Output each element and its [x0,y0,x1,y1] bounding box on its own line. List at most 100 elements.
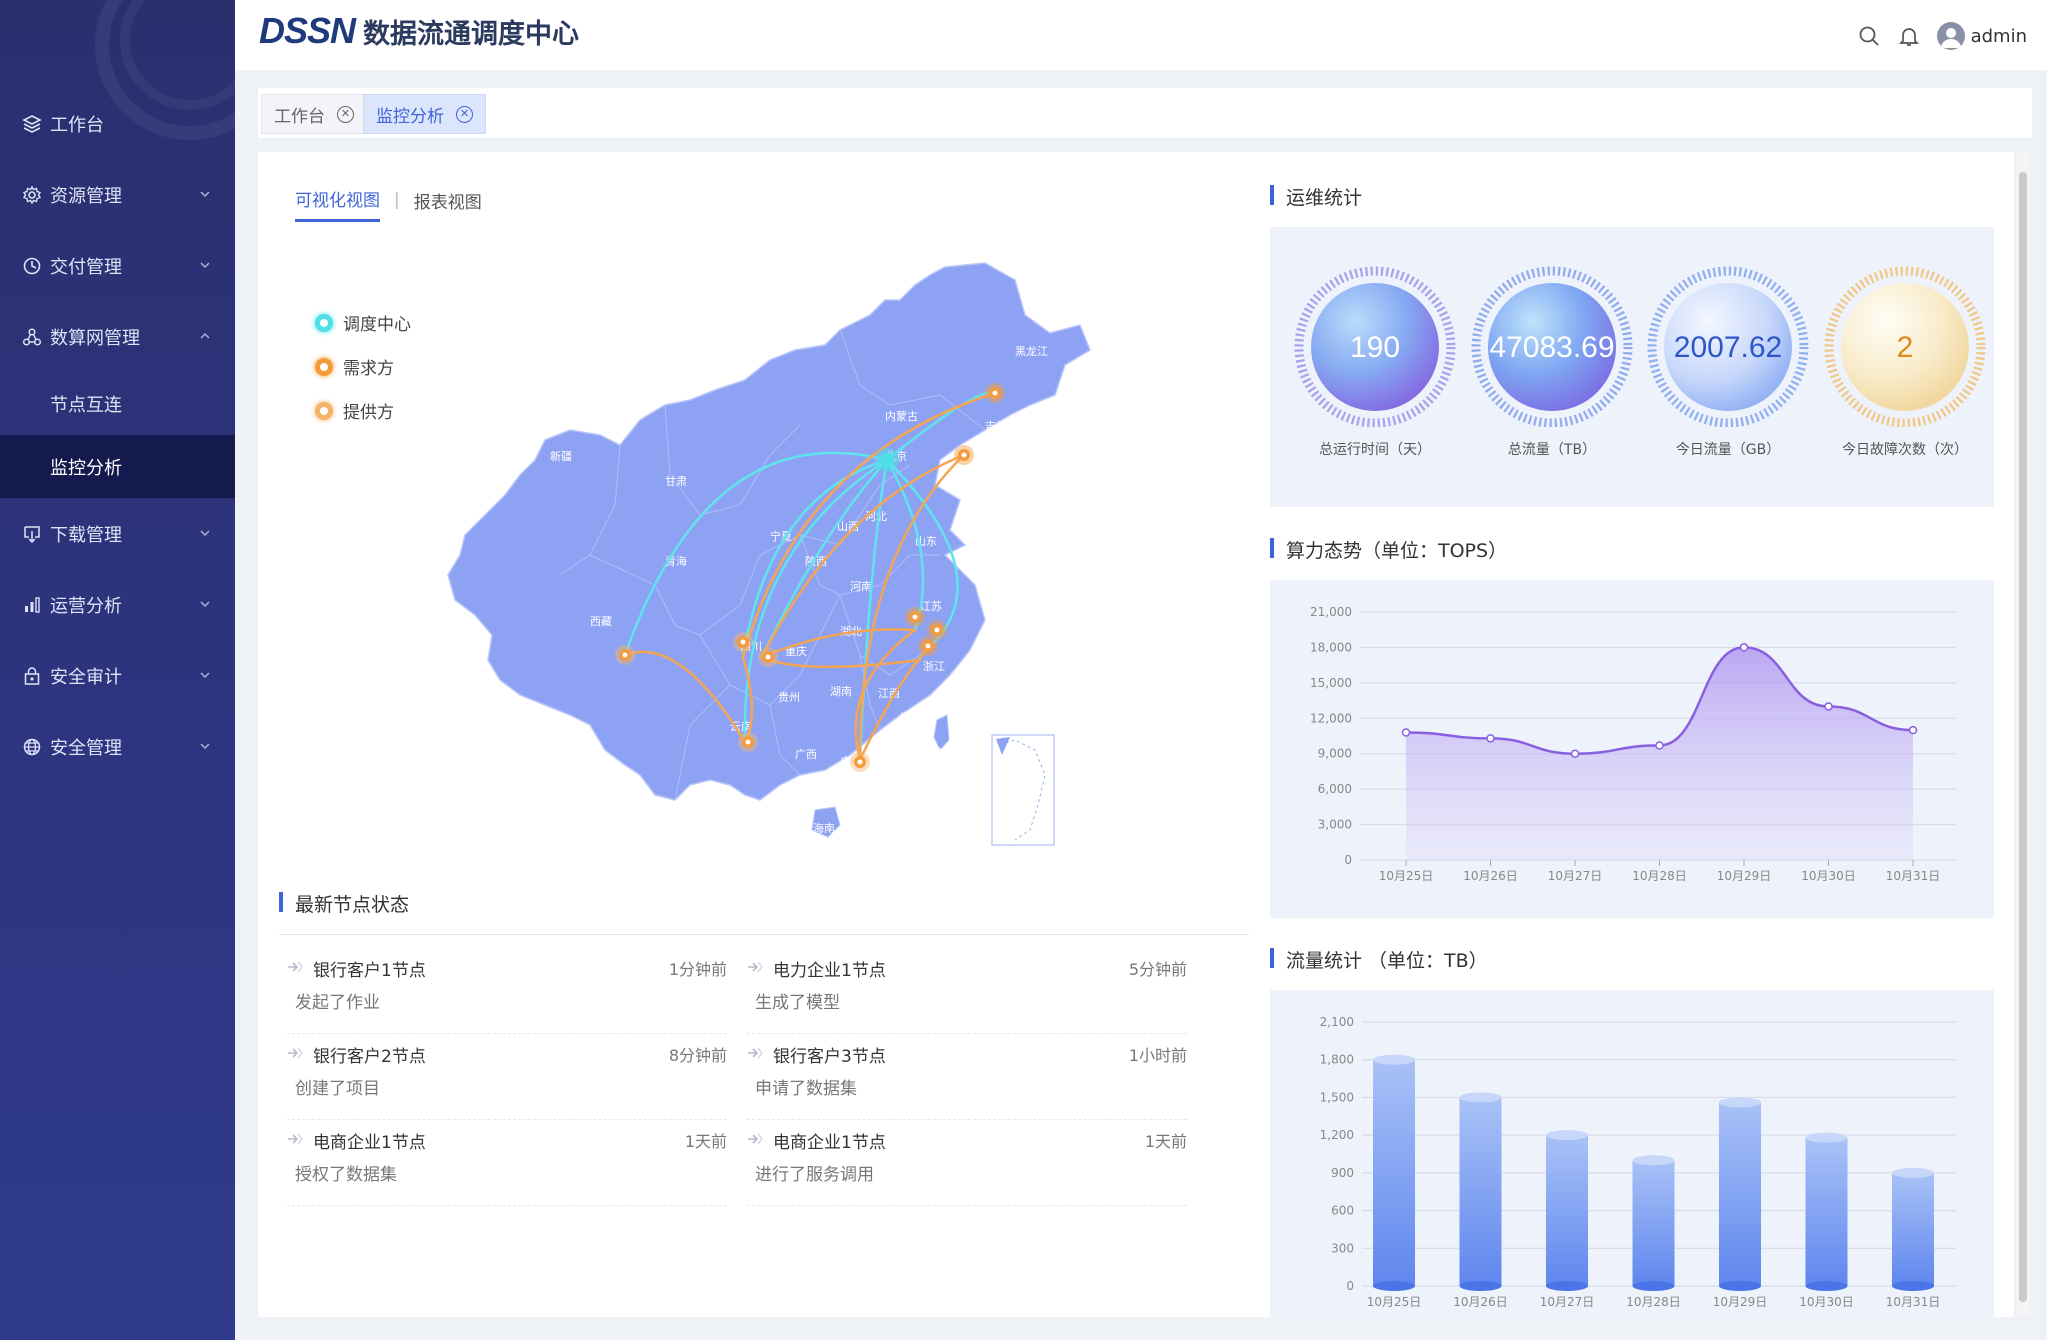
app-title: 数据流通调度中心 [363,18,580,50]
area-fill [1406,647,1913,860]
data-point[interactable] [1401,728,1411,737]
bell-icon[interactable] [1897,24,1921,48]
south-china-sea-inset [991,734,1055,846]
gauge-ring [1471,266,1633,428]
demand-dot-icon [315,357,333,376]
close-icon[interactable]: ✕ [456,105,473,123]
list-item[interactable]: 银行客户2节点 8分钟前 创建了项目 [287,1034,727,1120]
list-item[interactable]: 电商企业1节点 1天前 进行了服务调用 [747,1120,1187,1206]
username[interactable]: admin [1971,26,2027,47]
app-logo[interactable]: DSSN 数据流通调度中心 [259,10,579,52]
china-map-shape [447,262,1091,801]
data-point[interactable] [1908,725,1918,735]
sidebar-item-security[interactable]: 安全管理 [0,711,235,782]
scrollbar-thumb[interactable] [2019,172,2027,1302]
y-tick-label: 3,000 [1318,818,1352,832]
china-flow-map[interactable]: 黑龙江 吉林 辽宁 内蒙古 新疆 西藏 青海 甘肃 宁夏 陕西 山西 河北 北京… [440,255,1100,855]
node-time: 1小时前 [1128,1046,1187,1065]
province-label: 福建 [900,710,922,724]
demand-node-marker[interactable] [905,607,925,627]
provider-node-marker[interactable] [758,647,778,667]
x-tick-label: 10月25日 [1367,1295,1422,1309]
node-action: 生成了模型 [755,993,840,1013]
provider-node-marker[interactable] [615,645,635,665]
list-item[interactable]: 电商企业1节点 1天前 授权了数据集 [287,1120,727,1206]
data-point[interactable] [1570,749,1580,758]
node-name: 银行客户2节点 [313,1047,426,1067]
list-item[interactable]: 银行客户1节点 1分钟前 发起了作业 [287,948,727,1034]
dispatch-center-marker[interactable] [875,448,899,472]
sidebar-item-network[interactable]: 数算网管理 [0,301,235,372]
x-tick-label: 10月27日 [1548,869,1603,883]
data-point[interactable] [1739,643,1749,652]
view-switch: 可视化视图 | 报表视图 [295,186,482,222]
dispatch-center-dot-icon [315,313,333,332]
x-tick-label: 10月27日 [1540,1295,1595,1309]
y-tick-label: 0 [1346,1279,1354,1293]
y-tick-label: 0 [1344,853,1352,867]
data-point[interactable] [1655,741,1664,750]
sidebar-item-workbench[interactable]: 工作台 [0,88,235,159]
x-tick-label: 10月28日 [1626,1295,1681,1309]
gauge-ring [1294,266,1456,428]
bar[interactable] [1546,1130,1588,1291]
gauge-label: 总运行时间（天） [1319,442,1431,458]
tab-visual-view[interactable]: 可视化视图 [295,186,380,222]
provider-node-marker[interactable] [850,752,870,772]
provider-node-marker[interactable] [738,732,758,752]
province-label: 河北 [865,510,887,523]
province-label: 台湾 [932,744,954,758]
compute-area-chart[interactable]: 21,000 18,000 15,000 12,000 9,000 6,000 3,000 0… [1270,580,1994,918]
data-point[interactable] [1486,734,1495,743]
sidebar-subitem-monitor-analysis[interactable]: 监控分析 [0,435,235,498]
province-label: 内蒙古 [885,409,918,423]
close-icon[interactable]: ✕ [337,105,354,123]
sidebar-item-resources[interactable]: 资源管理 [0,159,235,230]
gauge-total-traffic: 47083.69 总流量（TB） [1467,227,1637,458]
bar[interactable] [1632,1155,1675,1291]
sidebar-item-audit[interactable]: 安全审计 [0,640,235,711]
demand-node-marker[interactable] [927,620,947,640]
province-label: 河南 [850,580,872,593]
traffic-bar-chart[interactable]: 2,100 1,800 1,500 1,200 900 600 300 0 10月25日 10月2… [1270,990,1994,1317]
search-icon[interactable] [1857,24,1881,48]
bar-chart-icon [22,595,42,615]
gauge-value: 190 [1349,331,1401,364]
y-tick-label: 300 [1331,1241,1354,1255]
sidebar-subitem-node-interconnect[interactable]: 节点互连 [0,372,235,435]
node-action: 创建了项目 [295,1079,380,1099]
scrollbar[interactable] [2016,152,2030,1317]
section-divider [279,934,1249,935]
bar[interactable] [1892,1167,1934,1291]
arrow-right-icon [748,1047,763,1059]
province-label: 黑龙江 [1015,345,1048,358]
avatar[interactable] [1936,22,1965,50]
nodes-section-title: 最新节点状态 [279,890,409,917]
bar[interactable] [1373,1054,1415,1291]
list-item[interactable]: 电力企业1节点 5分钟前 生成了模型 [747,948,1187,1034]
bar[interactable] [1805,1132,1848,1291]
tab-report-view[interactable]: 报表视图 [414,188,482,221]
sidebar-item-delivery[interactable]: 交付管理 [0,230,235,301]
tab-monitor-analysis[interactable]: 监控分析 ✕ [363,94,486,134]
node-time: 5分钟前 [1128,960,1187,979]
data-point[interactable] [1824,702,1833,711]
layers-icon [22,114,42,134]
x-tick-label: 10月28日 [1632,869,1687,883]
sidebar-item-operations[interactable]: 运营分析 [0,569,235,640]
tab-workbench[interactable]: 工作台 ✕ [261,94,367,134]
provider-node-marker[interactable] [733,632,753,652]
node-action: 申请了数据集 [755,1079,857,1099]
demand-node-marker[interactable] [954,445,974,465]
province-label: 西藏 [590,615,612,628]
y-tick-label: 21,000 [1310,605,1352,619]
province-label: 贵州 [778,691,800,704]
bar[interactable] [1719,1097,1761,1291]
sidebar-item-download[interactable]: 下载管理 [0,498,235,569]
x-tick-label: 10月25日 [1379,869,1434,883]
list-item[interactable]: 银行客户3节点 1小时前 申请了数据集 [747,1034,1187,1120]
arrow-right-icon [288,961,303,973]
bar[interactable] [1459,1092,1502,1291]
demand-node-marker[interactable] [985,383,1005,403]
province-label: 吉林 [985,419,1007,433]
